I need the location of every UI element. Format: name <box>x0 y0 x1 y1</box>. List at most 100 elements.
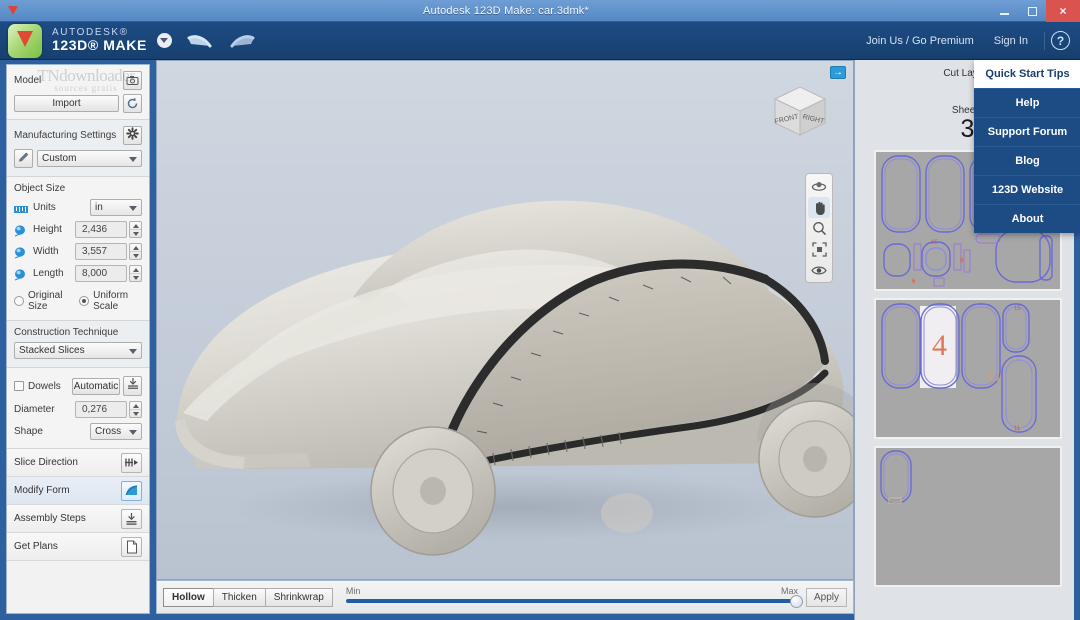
sheet-number-label: 4 <box>932 329 947 362</box>
task-get-plans[interactable]: Get Plans <box>7 533 149 561</box>
manufacturing-preset-select[interactable]: Custom <box>37 150 142 167</box>
uniform-scale-radio[interactable] <box>79 296 90 306</box>
width-label: Width <box>33 246 59 257</box>
svg-text:6: 6 <box>912 279 916 285</box>
length-label: Length <box>33 268 64 279</box>
units-label: Units <box>33 202 56 213</box>
collapse-panel-button[interactable] <box>830 66 846 79</box>
quick-start-tips-button[interactable]: Quick Start Tips <box>974 60 1080 88</box>
viewport-nav-toolbar <box>805 173 833 283</box>
dowels-row: Dowels Automatic <box>14 376 142 396</box>
join-premium-link[interactable]: Join Us / Go Premium <box>856 35 984 47</box>
height-stepper[interactable] <box>129 221 142 238</box>
scale-mode-row: Original Size Uniform Scale <box>14 290 142 312</box>
menu-item-support-forum[interactable]: Support Forum <box>974 117 1080 146</box>
close-icon: × <box>1059 4 1067 18</box>
sign-in-link[interactable]: Sign In <box>984 35 1038 47</box>
shape-select[interactable]: Cross <box>90 423 142 440</box>
undo-button[interactable] <box>182 26 216 56</box>
get-plans-icon <box>121 536 142 557</box>
pan-hand-icon[interactable] <box>808 197 830 218</box>
height-label: Height <box>33 224 62 235</box>
maximize-button[interactable] <box>1018 0 1046 22</box>
right-sidebar: Cut Layout Sheets 3 15 8 6 4 15 11 Quick… <box>854 60 1080 620</box>
menu-item-123d-website[interactable]: 123D Website <box>974 175 1080 204</box>
mode-thicken-button[interactable]: Thicken <box>212 587 266 607</box>
mode-hollow-button[interactable]: Hollow <box>163 587 214 607</box>
uniform-scale-label: Uniform Scale <box>93 290 129 312</box>
diameter-input[interactable]: 0,276 <box>75 401 127 418</box>
chevron-down-icon <box>129 349 137 354</box>
diameter-label: Diameter <box>14 404 55 415</box>
dowels-align-icon[interactable] <box>123 376 142 396</box>
task-modify-form[interactable]: Modify Form <box>7 477 149 505</box>
model-label: Model <box>14 75 42 86</box>
menu-item-blog[interactable]: Blog <box>974 146 1080 175</box>
slider-handle[interactable] <box>789 595 803 608</box>
left-sidebar-inner: TNdownloader sources gratis Model Import <box>6 64 150 614</box>
assembly-steps-icon <box>121 508 142 529</box>
eye-visibility-icon[interactable] <box>808 260 830 281</box>
length-stepper[interactable] <box>129 265 142 282</box>
camera-icon[interactable] <box>123 71 142 90</box>
shape-label: Shape <box>14 426 43 437</box>
cut-sheet-3-preview <box>879 450 912 504</box>
mode-shrinkwrap-button[interactable]: Shrinkwrap <box>264 587 333 607</box>
app-menu-button[interactable] <box>156 33 172 48</box>
account-links: Join Us / Go Premium Sign In ? <box>856 31 1080 50</box>
menu-item-help[interactable]: Help <box>974 88 1080 117</box>
pencil-icon[interactable] <box>14 149 33 168</box>
redo-button[interactable] <box>226 26 260 56</box>
minimize-button[interactable] <box>990 0 1018 22</box>
slider-track[interactable] <box>345 599 798 603</box>
slice-direction-icon <box>121 452 142 473</box>
construction-technique-value: Stacked Slices <box>19 345 85 356</box>
task-assembly-steps[interactable]: Assembly Steps <box>7 505 149 533</box>
diameter-row: Diameter 0,276 <box>14 401 142 418</box>
menu-item-about[interactable]: About <box>974 204 1080 233</box>
height-icon <box>14 224 28 237</box>
units-value: in <box>95 202 103 213</box>
task-slice-direction[interactable]: Slice Direction <box>7 449 149 477</box>
height-input[interactable]: 2,436 <box>75 221 127 238</box>
view-cube[interactable]: FRONT RIGHT <box>769 79 831 141</box>
zoom-magnifier-icon[interactable] <box>808 218 830 239</box>
help-icon[interactable]: ? <box>1051 31 1070 50</box>
refresh-icon[interactable] <box>123 94 142 113</box>
cut-sheet-3[interactable] <box>873 446 1062 587</box>
shape-value: Cross <box>95 426 122 437</box>
dowels-mode-button[interactable]: Automatic <box>72 377 120 395</box>
shape-row: Shape Cross <box>14 423 142 440</box>
width-input[interactable]: 3,557 <box>75 243 127 260</box>
apply-button[interactable]: Apply <box>805 587 847 607</box>
length-input[interactable]: 8,000 <box>75 265 127 282</box>
window-controls: × <box>990 0 1080 22</box>
quick-start-tips-menu: Quick Start Tips Help Support Forum Blog… <box>974 60 1080 233</box>
left-sidebar: TNdownloader sources gratis Model Import <box>0 60 156 620</box>
fit-to-window-icon[interactable] <box>808 239 830 260</box>
dowels-checkbox[interactable] <box>14 381 24 391</box>
3d-viewport[interactable]: FRONT RIGHT <box>156 60 854 580</box>
width-stepper[interactable] <box>129 243 142 260</box>
autodesk-logo-icon <box>8 23 42 58</box>
cut-sheet-2[interactable]: 4 15 11 <box>873 298 1062 439</box>
dowels-group: Dowels Automatic Diameter 0,276 Shape Cr… <box>7 368 149 449</box>
task-label: Get Plans <box>14 541 58 552</box>
brand-name: AUTODESK® 123D® MAKE <box>52 27 147 53</box>
svg-text:15: 15 <box>931 240 938 246</box>
units-select[interactable]: in <box>90 199 142 216</box>
chevron-down-icon <box>129 206 137 211</box>
width-row: Width 3,557 <box>14 243 142 260</box>
close-button[interactable]: × <box>1046 0 1080 22</box>
construction-technique-select[interactable]: Stacked Slices <box>14 342 142 359</box>
amount-slider[interactable]: Min Max <box>345 586 803 608</box>
bottom-filler <box>156 614 854 620</box>
gear-icon[interactable] <box>123 126 142 145</box>
undo-arrow-icon <box>187 33 212 47</box>
orbit-icon[interactable] <box>808 176 830 197</box>
import-button[interactable]: Import <box>14 95 119 112</box>
diameter-stepper[interactable] <box>129 401 142 418</box>
svg-text:15: 15 <box>1014 306 1021 312</box>
original-size-radio[interactable] <box>14 296 24 306</box>
height-row: Height 2,436 <box>14 221 142 238</box>
